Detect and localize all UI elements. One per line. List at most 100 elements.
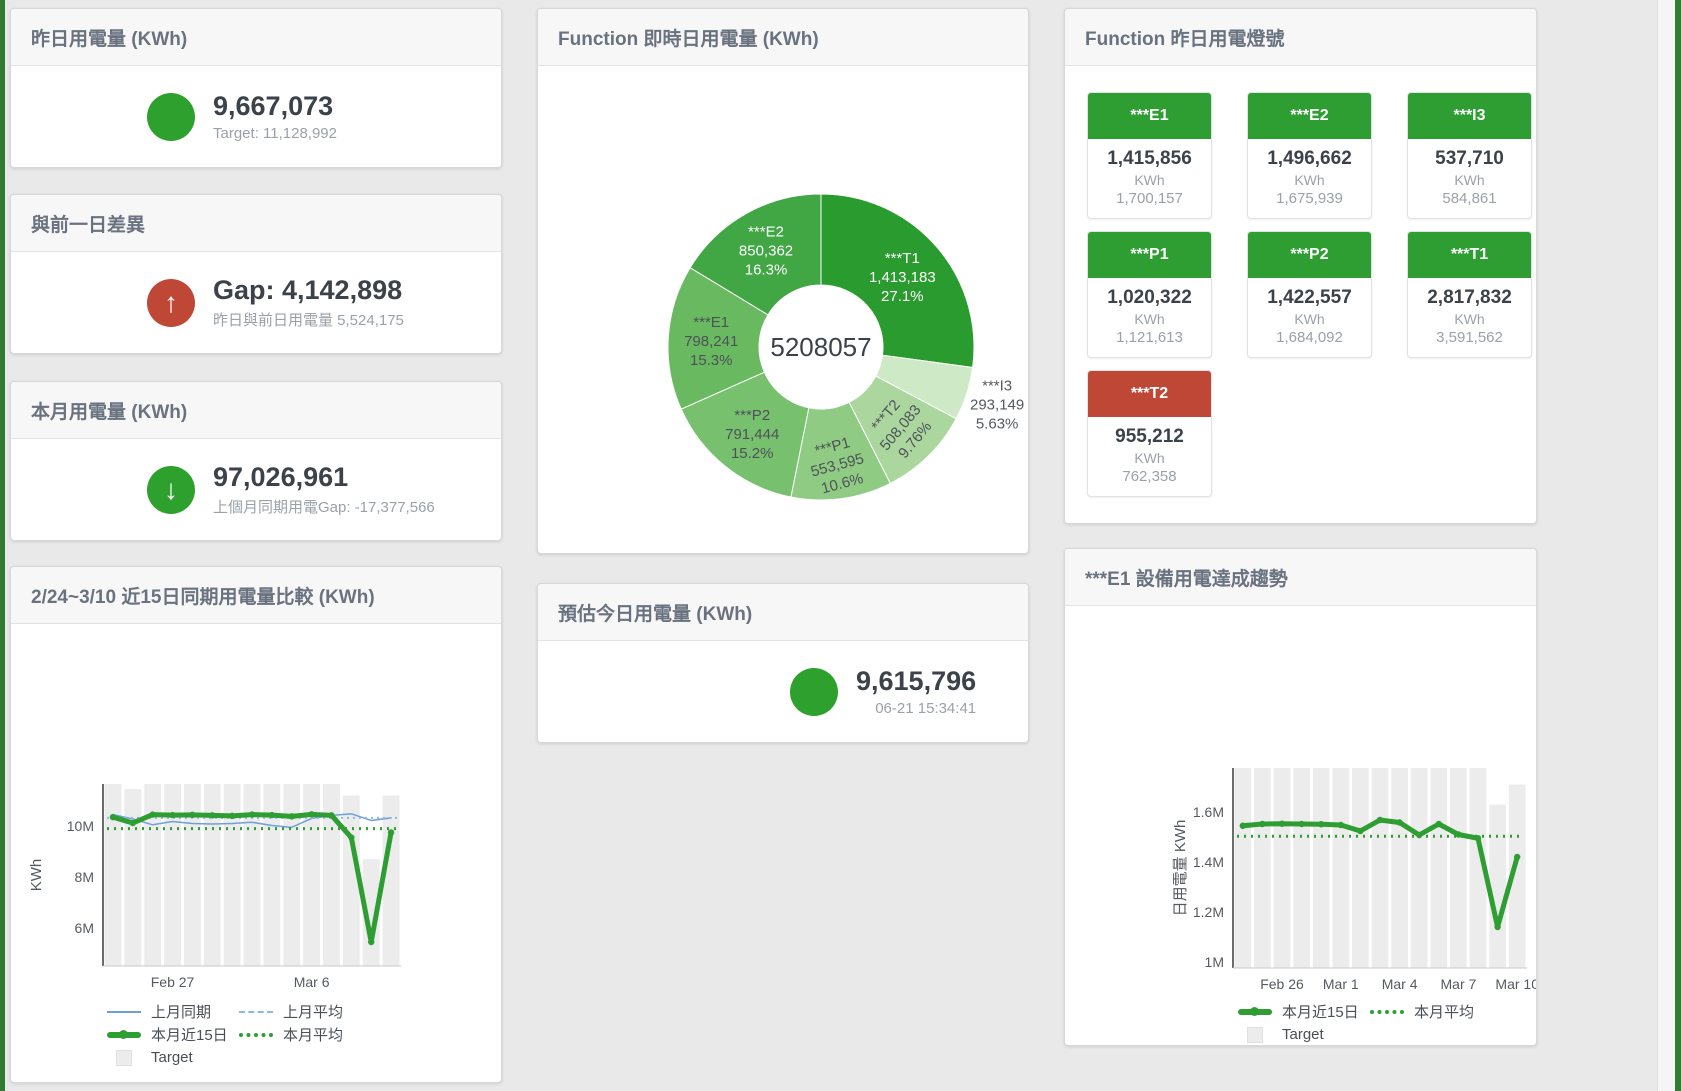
tile-***I3: ***I3537,710KWh584,861 [1407, 92, 1532, 219]
legend-swatch-dash [239, 1003, 273, 1021]
svg-text:8M: 8M [75, 869, 94, 885]
legend-item-Target[interactable]: Target [1238, 1026, 1324, 1044]
legend-row: Target [107, 1046, 501, 1069]
tile-***T2: ***T2955,212KWh762,358 [1087, 370, 1212, 497]
panel-month-usage: 本月用電量 (KWh) ↓ 97,026,961 上個月同期用電Gap: -17… [10, 381, 502, 541]
tile-target: 1,700,157 [1092, 190, 1207, 207]
compare-chart: 6M 8M 10M KWh Feb 27 Mar 6 [11, 624, 501, 992]
legend-label: 本月近15日 [1282, 1001, 1359, 1022]
legend-row: 上月同期 上月平均 [107, 1000, 501, 1023]
legend-label: 本月平均 [1414, 1001, 1474, 1022]
trend-chart-body: 1M1.2M1.4M1.6M日用電量 KWhFeb 26Mar 1Mar 4Ma… [1065, 606, 1536, 1045]
tile-***T1: ***T12,817,832KWh3,591,562 [1407, 231, 1532, 358]
tile-target: 3,591,562 [1412, 329, 1527, 346]
tile-target: 1,684,092 [1252, 329, 1367, 346]
svg-text:Mar 10: Mar 10 [1495, 976, 1536, 992]
svg-text:1.2M: 1.2M [1193, 904, 1224, 920]
panel-realtime-donut: Function 即時日用電量 (KWh) ***T11,413,18327.1… [537, 8, 1029, 554]
panel-title: 昨日用電量 (KWh) [11, 9, 501, 66]
compare-legend: 上月同期 上月平均本月近15日本月平均 Target [107, 1000, 501, 1069]
realtime-donut-chart: ***T11,413,18327.1%***I3293,1495.63%***T… [538, 66, 1028, 553]
svg-text:10M: 10M [67, 818, 94, 834]
tile-body: 2,817,832KWh3,591,562 [1408, 278, 1531, 357]
svg-text:1M: 1M [1205, 954, 1224, 970]
tile-value: 1,496,662 [1252, 148, 1367, 170]
tile-status-header: ***T1 [1408, 232, 1531, 278]
arrow-up-icon: ↑ [147, 279, 195, 327]
panel-e1-trend: ***E1 設備用電達成趨勢 1M1.2M1.4M1.6M日用電量 KWhFeb… [1064, 548, 1537, 1046]
tile-unit: KWh [1252, 311, 1367, 327]
svg-text:Mar 6: Mar 6 [294, 974, 330, 990]
estimate-stat: 9,615,796 06-21 15:34:41 [538, 641, 1028, 742]
svg-text:Feb 27: Feb 27 [151, 974, 195, 990]
tile-unit: KWh [1412, 172, 1527, 188]
stat-text: 9,667,073 Target: 11,128,992 [213, 91, 337, 142]
middle-column: Function 即時日用電量 (KWh) ***T11,413,18327.1… [537, 8, 1029, 743]
legend-item-Target[interactable]: Target [107, 1049, 193, 1067]
tile-target: 762,358 [1092, 468, 1207, 485]
tile-target: 1,675,939 [1252, 190, 1367, 207]
yesterday-value: 9,667,073 [213, 91, 337, 122]
compare-chart-svg: 6M 8M 10M KWh Feb 27 Mar 6 [11, 624, 501, 992]
scrollbar-track[interactable] [1657, 0, 1675, 1091]
legend-item-上月平均[interactable]: 上月平均 [239, 1001, 343, 1022]
legend-label: 上月平均 [283, 1001, 343, 1022]
legend-swatch-dots [1370, 1003, 1404, 1021]
page-left-edge [0, 0, 5, 1091]
svg-text:Mar 7: Mar 7 [1441, 976, 1477, 992]
legend-row: Target [1238, 1023, 1536, 1046]
tile-body: 1,415,856KWh1,700,157 [1088, 139, 1211, 218]
donut-svg: ***T11,413,18327.1%***I3293,1495.63%***T… [538, 66, 1028, 553]
donut-label-***I3: ***I3293,1495.63% [970, 378, 1024, 433]
svg-text:KWh: KWh [28, 859, 45, 892]
panel-title: 本月用電量 (KWh) [11, 382, 501, 439]
legend-swatch-line [107, 1003, 141, 1021]
legend-item-本月近15日[interactable]: 本月近15日 [1238, 1001, 1370, 1022]
legend-item-本月平均[interactable]: 本月平均 [1370, 1001, 1474, 1022]
legend-label: Target [151, 1049, 193, 1066]
tile-body: 1,496,662 KWh 1,675,939 [1248, 139, 1371, 218]
legend-item-本月平均[interactable]: 本月平均 [239, 1024, 343, 1045]
month-value: 97,026,961 [213, 462, 435, 493]
compare-chart-body: 6M 8M 10M KWh Feb 27 Mar 6 上月同期 上月平均本月近15日本月平均… [11, 624, 501, 1082]
tile-unit: KWh [1092, 450, 1207, 466]
panel-title: Function 即時日用電量 (KWh) [538, 9, 1028, 66]
tile-body: 1,422,557KWh1,684,092 [1248, 278, 1371, 357]
gap-value: Gap: 4,142,898 [213, 275, 404, 306]
legend-item-上月同期[interactable]: 上月同期 [107, 1001, 239, 1022]
right-column: Function 昨日用電燈號 ***E11,415,856KWh1,700,1… [1064, 8, 1537, 1046]
legend-swatch-dots [239, 1026, 273, 1044]
page-right-edge [1675, 0, 1681, 1091]
trend-chart: 1M1.2M1.4M1.6M日用電量 KWhFeb 26Mar 1Mar 4Ma… [1065, 606, 1536, 996]
panel-15day-compare: 2/24~3/10 近15日同期用電量比較 (KWh) 6M8M10MKWhFe… [10, 566, 502, 1083]
svg-text:6M: 6M [75, 920, 94, 936]
tile-unit: KWh [1092, 172, 1207, 188]
tiles-body: ***E11,415,856KWh1,700,157***E21,496,662… [1065, 66, 1536, 523]
panel-title: 預估今日用電量 (KWh) [538, 584, 1028, 641]
target-bars [104, 784, 399, 966]
svg-text:Feb 26: Feb 26 [1260, 976, 1304, 992]
tile-unit: KWh [1092, 311, 1207, 327]
legend-item-本月近15日[interactable]: 本月近15日 [107, 1024, 239, 1045]
legend-swatch-thick [1238, 1003, 1272, 1021]
panel-title: 與前一日差異 [11, 195, 501, 252]
panel-yesterday-usage: 昨日用電量 (KWh) 9,667,073 Target: 11,128,992 [10, 8, 502, 168]
tile-unit: KWh [1252, 172, 1367, 188]
trend-legend: 本月近15日 本月平均 Target [1238, 1000, 1536, 1046]
legend-label: 本月近15日 [151, 1024, 228, 1045]
estimate-timestamp: 06-21 15:34:41 [856, 700, 976, 717]
tile-body: 537,710KWh584,861 [1408, 139, 1531, 218]
panel-title: ***E1 設備用電達成趨勢 [1065, 549, 1536, 606]
svg-text:1.4M: 1.4M [1193, 854, 1224, 870]
month-stat: ↓ 97,026,961 上個月同期用電Gap: -17,377,566 [11, 439, 501, 540]
tile-***E2: ***E2 1,496,662 KWh 1,675,939 [1247, 92, 1372, 219]
tile-body: 1,020,322KWh1,121,613 [1088, 278, 1211, 357]
status-circle-green [790, 668, 838, 716]
tile-status-header: ***E2 [1248, 93, 1371, 139]
svg-text:Mar 4: Mar 4 [1382, 976, 1418, 992]
status-circle-green [147, 93, 195, 141]
panel-status-tiles: Function 昨日用電燈號 ***E11,415,856KWh1,700,1… [1064, 8, 1537, 524]
tile-target: 584,861 [1412, 190, 1527, 207]
tile-status-header: ***I3 [1408, 93, 1531, 139]
tile-***E1: ***E11,415,856KWh1,700,157 [1087, 92, 1212, 219]
